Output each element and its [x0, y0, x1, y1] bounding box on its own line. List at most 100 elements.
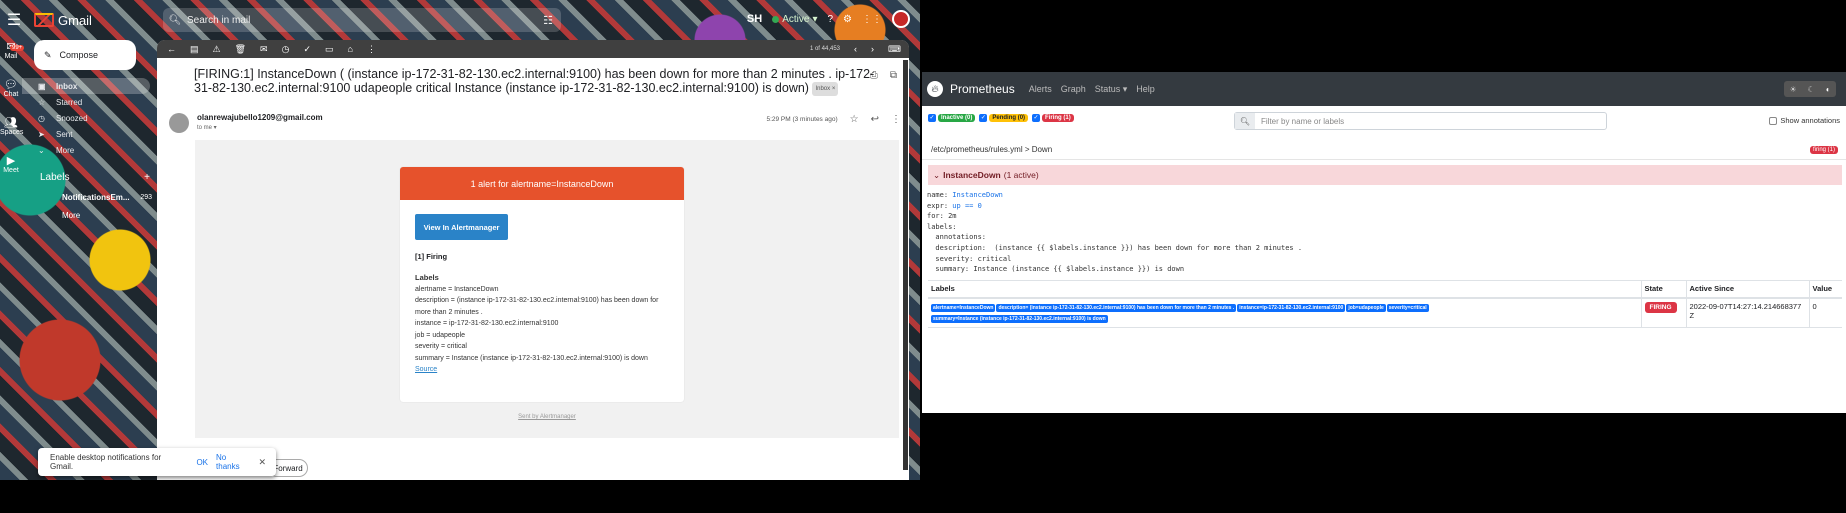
- checkbox-checked-icon: ✓: [928, 114, 936, 122]
- message-scrollbar[interactable]: [903, 60, 908, 470]
- account-avatar[interactable]: [892, 10, 910, 28]
- value-cell: 0: [1808, 297, 1842, 328]
- more-options-icon[interactable]: ⋮: [367, 44, 376, 55]
- labels-more[interactable]: More: [22, 207, 152, 223]
- search-icon[interactable]: 🔍︎: [163, 15, 187, 26]
- show-annotations-toggle[interactable]: Show annotations: [1769, 116, 1840, 125]
- nav-help[interactable]: Help: [1136, 84, 1155, 95]
- filter-search-box[interactable]: 🔍︎ Filter by name or labels: [1234, 112, 1607, 130]
- rule-active-count: (1 active): [1003, 170, 1039, 180]
- star-icon[interactable]: ☆: [850, 114, 859, 125]
- label-badge: job=udapeople: [1346, 303, 1386, 312]
- app-rail: ✉ 99+ Mail 💬︎ Chat 👥︎ Spaces ▶ Meet: [0, 40, 25, 480]
- theme-toggle: ☀ ☾ ◐: [1784, 81, 1836, 97]
- account-initials[interactable]: SH: [747, 13, 762, 25]
- folder-starred[interactable]: ☆ Starred: [22, 94, 150, 110]
- delete-icon[interactable]: 🗑︎: [235, 44, 246, 55]
- yaml-labels-line: labels:: [927, 222, 957, 231]
- yaml-summary-line: summary: Instance (instance {{ $labels.i…: [927, 265, 1185, 274]
- search-input[interactable]: Search in mail: [187, 15, 250, 26]
- mail-search-bar[interactable]: 🔍︎ Search in mail ☷: [163, 8, 561, 32]
- subject-text: [FIRING:1] InstanceDown ( (instance ip-1…: [194, 67, 875, 95]
- desktop-notification-banner: Enable desktop notifications for Gmail. …: [38, 448, 276, 476]
- close-icon[interactable]: ✕: [258, 457, 266, 468]
- nav-graph[interactable]: Graph: [1061, 84, 1086, 95]
- rule-expr-link[interactable]: up == 0: [952, 202, 982, 210]
- back-arrow-icon[interactable]: ←: [167, 44, 176, 54]
- folder-more[interactable]: ⌄ More: [22, 142, 150, 158]
- header-value: Value: [1808, 280, 1842, 299]
- rail-mail[interactable]: ✉ 99+ Mail: [0, 40, 25, 60]
- labels-header: Labels +: [22, 172, 150, 183]
- filter-pending[interactable]: ✓ Pending (0): [979, 114, 1029, 122]
- message-pager: 1 of 44,453: [809, 46, 840, 52]
- apps-grid-icon[interactable]: ⋮⋮: [862, 14, 882, 25]
- label-badge: summary=Instance (instance ip-172-31-82-…: [931, 314, 1108, 323]
- dark-theme-icon[interactable]: ☾: [1808, 85, 1815, 94]
- yaml-severity-line: severity: critical: [927, 254, 1012, 263]
- send-icon: ➤: [38, 129, 45, 139]
- archive-icon[interactable]: ▤: [190, 44, 199, 55]
- move-to-icon[interactable]: ▭: [325, 44, 334, 55]
- nav-status[interactable]: Status ▾: [1095, 84, 1128, 95]
- add-label-icon[interactable]: +: [144, 172, 150, 183]
- report-spam-icon[interactable]: ⚠: [213, 44, 221, 55]
- rail-chat[interactable]: 💬︎ Chat: [0, 78, 22, 98]
- folder-snoozed[interactable]: ◷ Snoozed: [22, 110, 150, 126]
- rail-spaces[interactable]: 👥︎ Spaces: [0, 116, 23, 136]
- notification-ok-button[interactable]: OK: [196, 458, 208, 467]
- add-task-icon[interactable]: ✓: [303, 44, 311, 55]
- rail-meet[interactable]: ▶ Meet: [0, 154, 22, 174]
- folder-inbox[interactable]: ▣ Inbox: [22, 78, 150, 94]
- inactive-badge: Inactive (0): [938, 114, 976, 122]
- filter-inactive[interactable]: ✓ Inactive (0): [928, 114, 976, 122]
- status-selector[interactable]: Active ▾: [772, 14, 817, 25]
- inbox-icon: ▣: [38, 81, 46, 91]
- rule-name: InstanceDown: [943, 170, 1001, 180]
- more-vert-icon[interactable]: ⋮: [891, 114, 901, 125]
- source-link[interactable]: Source: [415, 364, 675, 376]
- label-item[interactable]: NotificationsEm... 293: [22, 189, 152, 205]
- mail-folder-list: ▣ Inbox ☆ Starred ◷ Snoozed ➤ Sent ⌄ Mor…: [22, 78, 157, 158]
- view-in-alertmanager-button[interactable]: View In Alertmanager: [415, 214, 508, 240]
- notification-no-thanks-button[interactable]: No thanks: [216, 453, 250, 471]
- rule-name-link[interactable]: InstanceDown: [952, 191, 1003, 199]
- folder-label: Sent: [56, 129, 73, 139]
- nav-alerts[interactable]: Alerts: [1029, 84, 1052, 95]
- print-icon[interactable]: ⎙: [870, 70, 878, 81]
- sender-avatar[interactable]: [169, 113, 189, 133]
- labels-title: Labels: [40, 172, 70, 183]
- active-since-cell: 2022-09-07T14:27:14.214668377Z: [1685, 297, 1809, 328]
- next-message-icon[interactable]: ›: [871, 44, 874, 54]
- help-icon[interactable]: ?: [827, 14, 833, 25]
- prometheus-brand[interactable]: Prometheus: [950, 82, 1015, 96]
- folder-sent[interactable]: ➤ Sent: [22, 126, 150, 142]
- main-menu-icon[interactable]: ☰: [4, 10, 24, 30]
- reply-icon[interactable]: ↩: [871, 114, 879, 125]
- filter-firing[interactable]: ✓ Firing (1): [1032, 114, 1074, 122]
- light-theme-icon[interactable]: ☀: [1789, 85, 1796, 94]
- filter-input[interactable]: Filter by name or labels: [1255, 113, 1344, 129]
- prometheus-logo-icon[interactable]: 🔥︎: [927, 81, 943, 97]
- mark-unread-icon[interactable]: ✉: [260, 44, 268, 55]
- recipient-dropdown[interactable]: to me ▾: [197, 124, 323, 131]
- email-body: 1 alert for alertname=InstanceDown View …: [195, 140, 899, 438]
- settings-gear-icon[interactable]: ⚙: [843, 14, 852, 25]
- label-name: NotificationsEm...: [62, 192, 130, 202]
- label-icon[interactable]: ⌂: [348, 44, 353, 54]
- input-tools-icon[interactable]: ⌨: [888, 44, 901, 55]
- sent-by-alertmanager-link[interactable]: Sent by Alertmanager: [195, 414, 899, 420]
- alert-rule-header[interactable]: ⌄ InstanceDown (1 active): [928, 165, 1842, 185]
- yaml-expr-line: expr: up == 0: [927, 201, 1841, 212]
- gmail-logo[interactable]: Gmail: [34, 13, 92, 28]
- search-options-icon[interactable]: ☷: [543, 14, 553, 27]
- pending-badge: Pending (0): [989, 114, 1029, 122]
- inbox-label-chip[interactable]: Inbox ×: [812, 81, 839, 96]
- sender-email[interactable]: olanrewajubello1209@gmail.com: [197, 113, 323, 122]
- open-new-window-icon[interactable]: ⧉: [890, 70, 897, 81]
- auto-theme-icon[interactable]: ◐: [1826, 85, 1831, 94]
- compose-button[interactable]: ✎ Compose: [34, 40, 136, 70]
- gmail-m-icon: [34, 13, 54, 27]
- prev-message-icon[interactable]: ‹: [854, 44, 857, 54]
- snooze-icon[interactable]: ◷: [282, 44, 290, 55]
